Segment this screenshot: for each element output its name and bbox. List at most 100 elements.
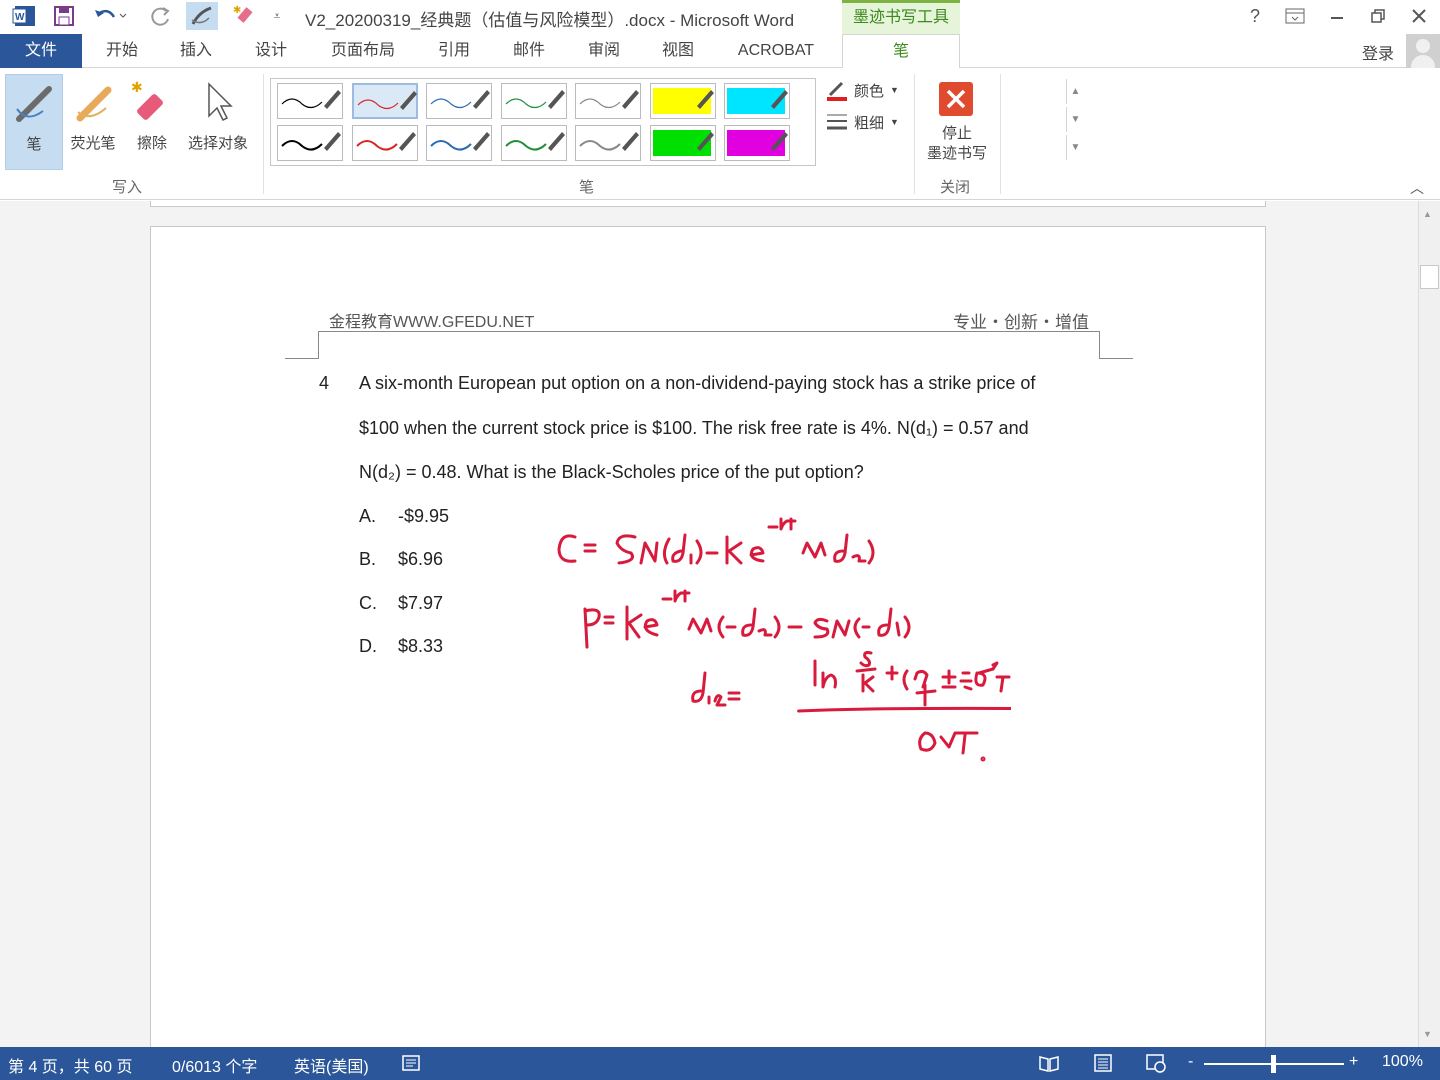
print-layout-icon[interactable] [1092,1053,1114,1078]
help-icon[interactable]: ? [1238,2,1272,30]
option-value: -$9.95 [398,506,450,526]
scrollbar-thumb[interactable] [1420,265,1439,289]
pen-swatch[interactable] [500,83,567,119]
ribbon-display-icon[interactable] [1278,2,1312,30]
chevron-down-icon: ▼ [890,85,899,95]
undo-icon[interactable] [90,2,130,30]
pen-swatch[interactable] [649,125,716,161]
ribbon-tabs: 文件 开始 插入 设计 页面布局 引用 邮件 审阅 视图 ACROBAT 笔 登… [0,34,1440,69]
word-count[interactable]: 0/6013 个字 [172,1053,257,1077]
group-separator [1000,74,1001,194]
word-app-icon[interactable]: W [10,2,38,30]
language-indicator[interactable]: 英语(美国) [294,1053,369,1077]
tab-home[interactable]: 开始 [94,34,150,68]
pen-swatch[interactable] [500,125,567,161]
macro-record-icon[interactable] [401,1053,421,1078]
tab-page-layout[interactable]: 页面布局 [318,34,408,68]
svg-text:✱: ✱ [233,5,241,16]
gallery-scroll-up-icon[interactable]: ▲ [1066,79,1084,104]
document-canvas[interactable]: 金程教育WWW.GFEDU.NET 专业・创新・增值 4 A six-month… [0,201,1418,1047]
stop-inking-icon [937,80,977,120]
highlighter-icon [68,78,118,126]
zoom-level[interactable]: 100% [1382,1053,1423,1071]
tab-acrobat[interactable]: ACROBAT [726,34,826,68]
page-header-right: 专业・创新・增值 [953,313,1089,332]
pen-swatch[interactable] [426,125,492,161]
tab-design[interactable]: 设计 [243,34,299,68]
group-separator [263,74,264,194]
svg-text:✱: ✱ [131,79,143,95]
ink-tools-context-tab[interactable]: 墨迹书写工具 [842,0,960,34]
read-mode-icon[interactable] [1038,1053,1060,1078]
document-page[interactable]: 金程教育WWW.GFEDU.NET 专业・创新・增值 4 A six-month… [150,226,1266,1047]
tab-insert[interactable]: 插入 [168,34,224,68]
title-bar: W ✱ ⩡ V2_20200319_经典题（估值与风险模型）.docx - Mi… [0,0,1440,34]
pen-swatch[interactable] [724,83,790,119]
pen-color-button[interactable]: 颜色 ▼ [826,76,899,104]
pen-color-label: 颜色 [854,82,885,100]
tab-mailings[interactable]: 邮件 [501,34,557,68]
redo-icon[interactable] [148,2,174,30]
pen-color-icon [827,81,847,101]
option-letter: A. [359,506,377,526]
pens-group-label: 笔 [579,179,595,196]
header-rule [318,331,1100,332]
stop-inking-button[interactable]: 停止 墨迹书写 [920,74,994,170]
scroll-up-icon[interactable]: ▲ [1423,209,1432,219]
option-letter: B. [359,549,377,569]
chevron-down-icon: ▼ [890,117,899,127]
gallery-expand-icon[interactable]: ▼ [1066,135,1084,160]
restore-icon[interactable] [1361,2,1395,30]
header-bracket-left [318,331,319,359]
pen-swatch[interactable] [575,125,641,161]
customize-qat-icon[interactable]: ⩡ [268,2,286,30]
pen-thickness-button[interactable]: 粗细 ▼ [826,108,899,136]
pen-swatch[interactable] [277,125,343,161]
collapse-ribbon-icon[interactable]: ︿ [1410,178,1424,198]
pen-swatch[interactable] [351,125,418,161]
pen-qat-icon[interactable] [186,2,218,30]
tab-file[interactable]: 文件 [0,34,82,68]
avatar[interactable] [1406,34,1440,68]
web-layout-icon[interactable] [1145,1053,1167,1078]
pen-swatch[interactable] [575,83,641,119]
write-group-label: 写入 [112,179,143,196]
select-objects-button[interactable]: 选择对象 [182,74,254,170]
tab-pen[interactable]: 笔 [842,34,960,69]
pen-button[interactable]: 笔 [5,74,63,170]
eraser-button[interactable]: ✱ 擦除 [123,74,181,170]
pen-swatch[interactable] [351,83,418,119]
sign-in-link[interactable]: 登录 [1362,40,1394,64]
vertical-scrollbar[interactable]: ▲ ▼ [1418,201,1440,1047]
page-header-left: 金程教育WWW.GFEDU.NET [329,314,535,331]
zoom-out-button[interactable]: - [1188,1053,1193,1071]
tab-view[interactable]: 视图 [650,34,706,68]
pen-icon [9,79,59,127]
pen-swatch[interactable] [724,125,790,161]
highlighter-button[interactable]: 荧光笔 [64,74,122,170]
tab-references[interactable]: 引用 [426,34,482,68]
pen-gallery: ▲ ▼ ▼ [270,78,1084,166]
page-count[interactable]: 第 4 页，共 60 页 [8,1053,132,1077]
save-icon[interactable] [50,2,78,30]
question-line: N(d₂) = 0.48. What is the Black-Scholes … [359,462,864,482]
minimize-icon[interactable] [1320,2,1354,30]
scroll-down-icon[interactable]: ▼ [1423,1029,1432,1039]
eraser-icon: ✱ [127,78,177,126]
highlighter-qat-icon[interactable]: ✱ [230,2,258,30]
eraser-label: 擦除 [136,135,167,152]
gallery-scroll-down-icon[interactable]: ▼ [1066,107,1084,132]
zoom-in-button[interactable]: + [1349,1053,1358,1071]
question-line: A six-month European put option on a non… [359,373,1036,393]
pen-swatch[interactable] [426,83,492,119]
stop-inking-label-1: 停止 [941,125,972,142]
header-bracket-right [1099,331,1100,359]
close-icon[interactable] [1402,2,1436,30]
pen-label: 笔 [26,136,42,153]
status-bar: 第 4 页，共 60 页 0/6013 个字 英语(美国) - + 100% [0,1047,1440,1080]
zoom-slider-thumb[interactable] [1271,1055,1276,1073]
pen-swatch[interactable] [277,83,343,119]
pen-swatch[interactable] [649,83,716,119]
tab-review[interactable]: 审阅 [576,34,632,68]
handwritten-ink-annotation[interactable] [531,497,1011,837]
